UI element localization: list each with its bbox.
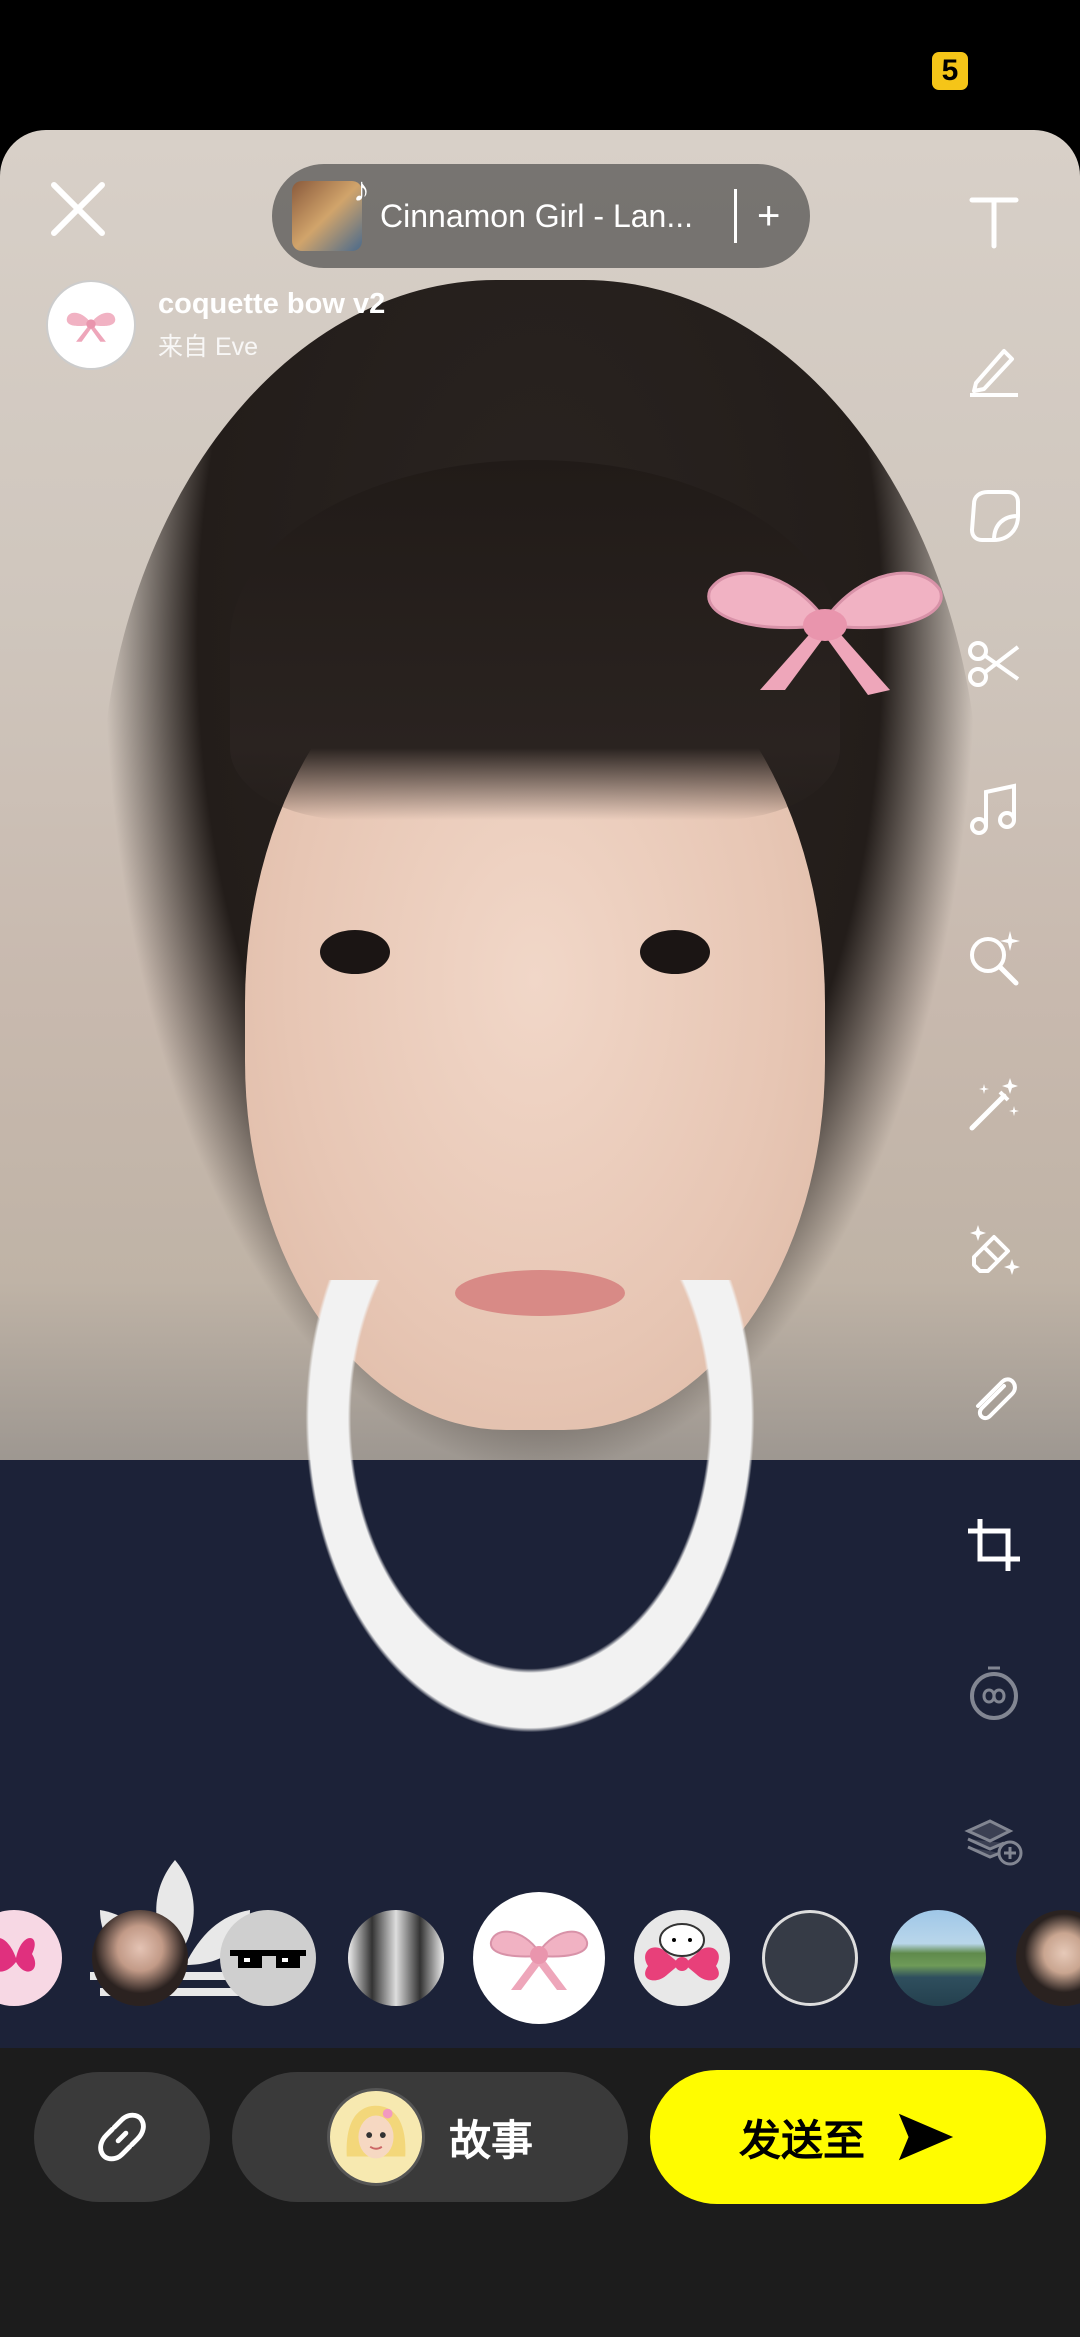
scissors-tool[interactable] xyxy=(952,621,1036,705)
lens-author: 来自 Eve xyxy=(158,332,259,361)
close-button[interactable] xyxy=(44,175,112,243)
pencil-icon xyxy=(970,349,1018,397)
butterfly-icon xyxy=(0,1938,36,1972)
search-sparkle-icon xyxy=(970,931,1020,986)
lens-butterfly[interactable] xyxy=(0,1910,62,2006)
lens-mirror[interactable] xyxy=(348,1910,444,2006)
camera-photo xyxy=(0,130,1080,2050)
bitmoji-avatar xyxy=(326,2088,425,2186)
lens-sunglasses[interactable] xyxy=(220,1910,316,2006)
bow-icon xyxy=(66,312,116,342)
story-label: 故事 xyxy=(448,2116,533,2164)
lens-thumbnail xyxy=(46,280,136,370)
close-icon xyxy=(51,182,105,236)
eraser-sparkle-icon xyxy=(970,1225,1020,1275)
bow-sticker xyxy=(707,571,943,695)
edit-toolbar xyxy=(952,180,1036,1944)
scissors-icon xyxy=(968,641,1020,687)
bottom-bar: 故事 发送至 xyxy=(0,2048,1080,2337)
send-to-button[interactable]: 发送至 xyxy=(650,2070,1046,2204)
text-tool[interactable] xyxy=(952,180,1036,264)
lens-search-tool[interactable] xyxy=(952,915,1036,999)
status-badge: 5 xyxy=(932,52,968,90)
lens-hello-kitty[interactable] xyxy=(634,1910,730,2006)
eraser-tool[interactable] xyxy=(952,1209,1036,1293)
hello-kitty-icon xyxy=(645,1923,719,1981)
song-title: Cinnamon Girl - Lan... xyxy=(380,197,694,234)
bow-icon xyxy=(489,1930,589,1990)
text-icon xyxy=(969,197,1019,249)
layers-tool[interactable] xyxy=(952,1797,1036,1881)
crop-tool[interactable] xyxy=(952,1503,1036,1587)
lens-info[interactable]: coquette bow v2 来自 Eve xyxy=(46,280,385,370)
music-tool[interactable] xyxy=(952,768,1036,852)
lens-portrait[interactable] xyxy=(92,1910,188,2006)
lens-blank[interactable] xyxy=(762,1910,858,2006)
timer-tool[interactable] xyxy=(952,1650,1036,1734)
link-icon xyxy=(98,2112,146,2162)
avatar-icon xyxy=(346,2105,406,2159)
draw-tool[interactable] xyxy=(952,327,1036,411)
photo-eye-right xyxy=(640,930,710,974)
lens-landscape[interactable] xyxy=(890,1910,986,2006)
link-button[interactable] xyxy=(34,2072,210,2202)
lens-name: coquette bow v2 xyxy=(158,287,386,320)
add-music-button[interactable]: + xyxy=(757,194,780,239)
send-arrow-icon xyxy=(898,2113,954,2161)
music-icon xyxy=(970,783,1016,835)
timer-icon xyxy=(970,1666,1018,1720)
magic-tool[interactable] xyxy=(952,1062,1036,1146)
paperclip-icon xyxy=(976,1377,1017,1421)
pixel-sunglasses-icon xyxy=(230,1950,306,1968)
photo-eye-left xyxy=(320,930,390,974)
sticker-icon xyxy=(969,490,1020,542)
music-pill[interactable]: ♪ Cinnamon Girl - Lan... + xyxy=(272,164,810,268)
layers-add-icon xyxy=(964,1819,1023,1866)
album-art: ♪ xyxy=(292,171,370,251)
crop-icon xyxy=(968,1519,1020,1571)
music-divider xyxy=(734,189,737,243)
sticker-tool[interactable] xyxy=(952,474,1036,558)
magic-wand-icon xyxy=(969,1078,1019,1131)
lens-girl-portrait[interactable] xyxy=(1016,1910,1080,2006)
photo-collar xyxy=(300,1280,760,1740)
music-note-icon: ♪ xyxy=(353,171,370,209)
send-label: 发送至 xyxy=(738,2116,865,2164)
story-button[interactable]: 故事 xyxy=(232,2072,628,2202)
attach-tool[interactable] xyxy=(952,1356,1036,1440)
lens-coquette-bow[interactable] xyxy=(473,1892,605,2024)
lens-carousel xyxy=(0,1892,1080,2024)
